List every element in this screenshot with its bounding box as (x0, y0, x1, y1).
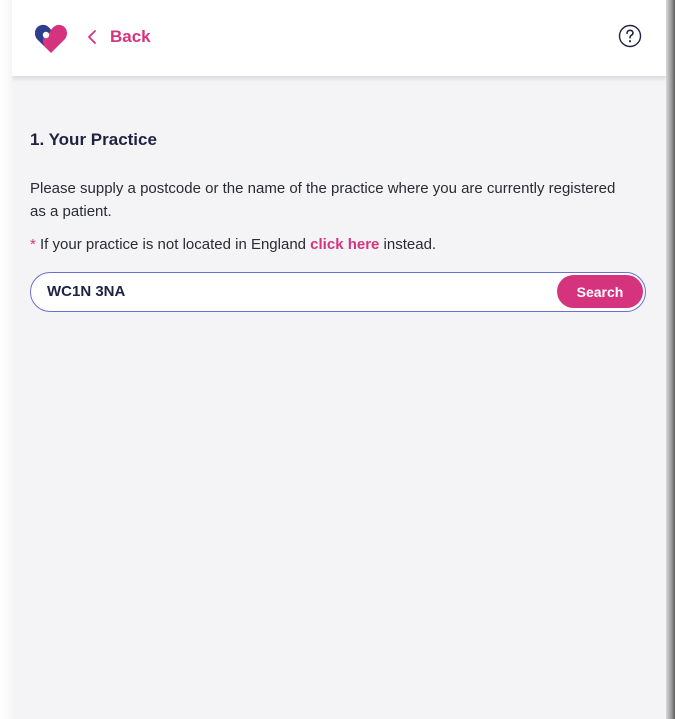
window-right-edge (666, 0, 675, 719)
back-label: Back (110, 27, 151, 46)
note-text-suffix: instead. (379, 236, 437, 253)
section-description: Please supply a postcode or the name of … (30, 180, 616, 220)
back-button[interactable]: Back (86, 24, 151, 50)
chevron-left-icon (88, 30, 96, 44)
top-header: Back (12, 0, 666, 76)
search-button[interactable]: Search (557, 275, 643, 308)
window-left-edge (0, 0, 12, 719)
app-panel: Back 1. Your Practice Please supply a po… (12, 0, 666, 719)
section-title: 1. Your Practice (30, 130, 157, 149)
help-icon[interactable] (618, 24, 642, 48)
england-note: * If your practice is not located in Eng… (30, 236, 436, 253)
note-text-prefix: If your practice is not located in Engla… (35, 236, 311, 253)
click-here-link[interactable]: click here (310, 236, 379, 253)
window-frame: Back 1. Your Practice Please supply a po… (0, 0, 675, 719)
heart-logo-icon (34, 24, 68, 53)
practice-search-bar: Search (30, 272, 646, 312)
postcode-search-input[interactable] (47, 273, 547, 310)
